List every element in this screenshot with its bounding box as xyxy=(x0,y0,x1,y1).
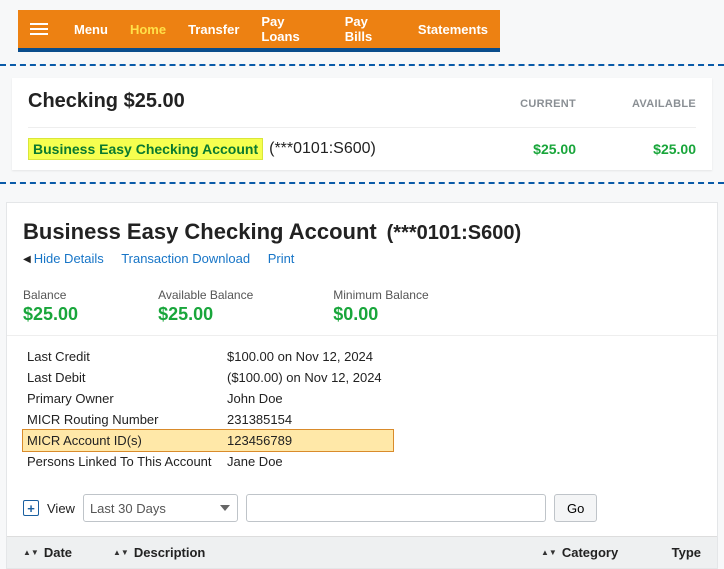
nav-pay-bills[interactable]: Pay Bills xyxy=(345,14,396,44)
account-row[interactable]: Business Easy Checking Account (***0101:… xyxy=(28,127,696,160)
details-actions: ▶Hide Details Transaction Download Print xyxy=(23,251,701,266)
minimum-balance-block: Minimum Balance $0.00 xyxy=(333,288,428,325)
info-row: MICR Routing Number231385154 xyxy=(23,409,393,430)
available-balance-block: Available Balance $25.00 xyxy=(158,288,253,325)
sort-icon: ▲▼ xyxy=(113,550,129,555)
info-value: $100.00 on Nov 12, 2024 xyxy=(223,346,393,367)
info-key: Primary Owner xyxy=(23,388,223,409)
col-category[interactable]: ▲▼Category xyxy=(541,545,651,560)
print-link[interactable]: Print xyxy=(268,251,295,266)
minimum-balance-label: Minimum Balance xyxy=(333,288,428,302)
balance-value: $25.00 xyxy=(23,304,78,325)
sort-icon: ▲▼ xyxy=(541,550,557,555)
transaction-filter-bar: + View Last 30 Days Go xyxy=(7,484,717,536)
transaction-download-link[interactable]: Transaction Download xyxy=(121,251,250,266)
account-details-panel: Business Easy Checking Account (***0101:… xyxy=(6,202,718,569)
col-available-label: AVAILABLE xyxy=(576,98,696,110)
available-amount: $25.00 xyxy=(576,141,696,157)
info-key: MICR Routing Number xyxy=(23,409,223,430)
account-summary-card: Checking $25.00 CURRENT AVAILABLE Busine… xyxy=(12,78,712,170)
transaction-columns-header: ▲▼Date ▲▼Description ▲▼Category Type xyxy=(7,536,717,568)
available-balance-value: $25.00 xyxy=(158,304,253,325)
minimum-balance-value: $0.00 xyxy=(333,304,428,325)
nav-pay-loans[interactable]: Pay Loans xyxy=(261,14,322,44)
info-key: Persons Linked To This Account xyxy=(23,451,223,472)
col-description[interactable]: ▲▼Description xyxy=(113,545,541,560)
details-title: Business Easy Checking Account xyxy=(23,219,377,244)
info-row: Last Debit($100.00) on Nov 12, 2024 xyxy=(23,367,393,388)
nav-statements[interactable]: Statements xyxy=(418,22,488,37)
account-name-highlight: Business Easy Checking Account xyxy=(28,138,263,160)
available-balance-label: Available Balance xyxy=(158,288,253,302)
info-value: Jane Doe xyxy=(223,451,393,472)
nav-home[interactable]: Home xyxy=(130,22,166,37)
account-info-table: Last Credit$100.00 on Nov 12, 2024Last D… xyxy=(23,346,393,472)
sort-icon: ▲▼ xyxy=(23,550,39,555)
balance-row: Balance $25.00 Available Balance $25.00 … xyxy=(7,274,717,336)
top-navbar: Menu Home Transfer Pay Loans Pay Bills S… xyxy=(18,10,500,52)
info-row: MICR Account ID(s)123456789 xyxy=(23,430,393,451)
info-value: 123456789 xyxy=(223,430,393,451)
balance-label: Balance xyxy=(23,288,78,302)
col-date[interactable]: ▲▼Date xyxy=(23,545,113,560)
go-button[interactable]: Go xyxy=(554,494,597,522)
hamburger-icon[interactable] xyxy=(30,23,48,35)
col-type: Type xyxy=(651,545,701,560)
transaction-search-input[interactable] xyxy=(246,494,546,522)
hide-details-link[interactable]: ▶Hide Details xyxy=(23,251,104,266)
details-mask: (***0101:S600) xyxy=(387,222,522,244)
account-mask: (***0101:S600) xyxy=(269,140,376,158)
nav-transfer[interactable]: Transfer xyxy=(188,22,239,37)
info-row: Primary OwnerJohn Doe xyxy=(23,388,393,409)
current-amount: $25.00 xyxy=(456,141,576,157)
balance-block: Balance $25.00 xyxy=(23,288,78,325)
info-key: Last Debit xyxy=(23,367,223,388)
view-label: View xyxy=(47,501,75,516)
divider xyxy=(0,182,724,184)
col-current-label: CURRENT xyxy=(456,98,576,110)
info-value: 231385154 xyxy=(223,409,393,430)
collapse-icon: ▶ xyxy=(23,254,31,265)
summary-title: Checking $25.00 xyxy=(28,90,185,113)
info-row: Persons Linked To This AccountJane Doe xyxy=(23,451,393,472)
date-range-select-wrap: Last 30 Days xyxy=(83,494,238,522)
divider xyxy=(0,64,724,66)
info-value: ($100.00) on Nov 12, 2024 xyxy=(223,367,393,388)
info-key: Last Credit xyxy=(23,346,223,367)
info-row: Last Credit$100.00 on Nov 12, 2024 xyxy=(23,346,393,367)
expand-view-icon[interactable]: + xyxy=(23,500,39,516)
date-range-select[interactable]: Last 30 Days xyxy=(83,494,238,522)
menu-label[interactable]: Menu xyxy=(74,22,108,37)
info-key: MICR Account ID(s) xyxy=(23,430,223,451)
info-value: John Doe xyxy=(223,388,393,409)
